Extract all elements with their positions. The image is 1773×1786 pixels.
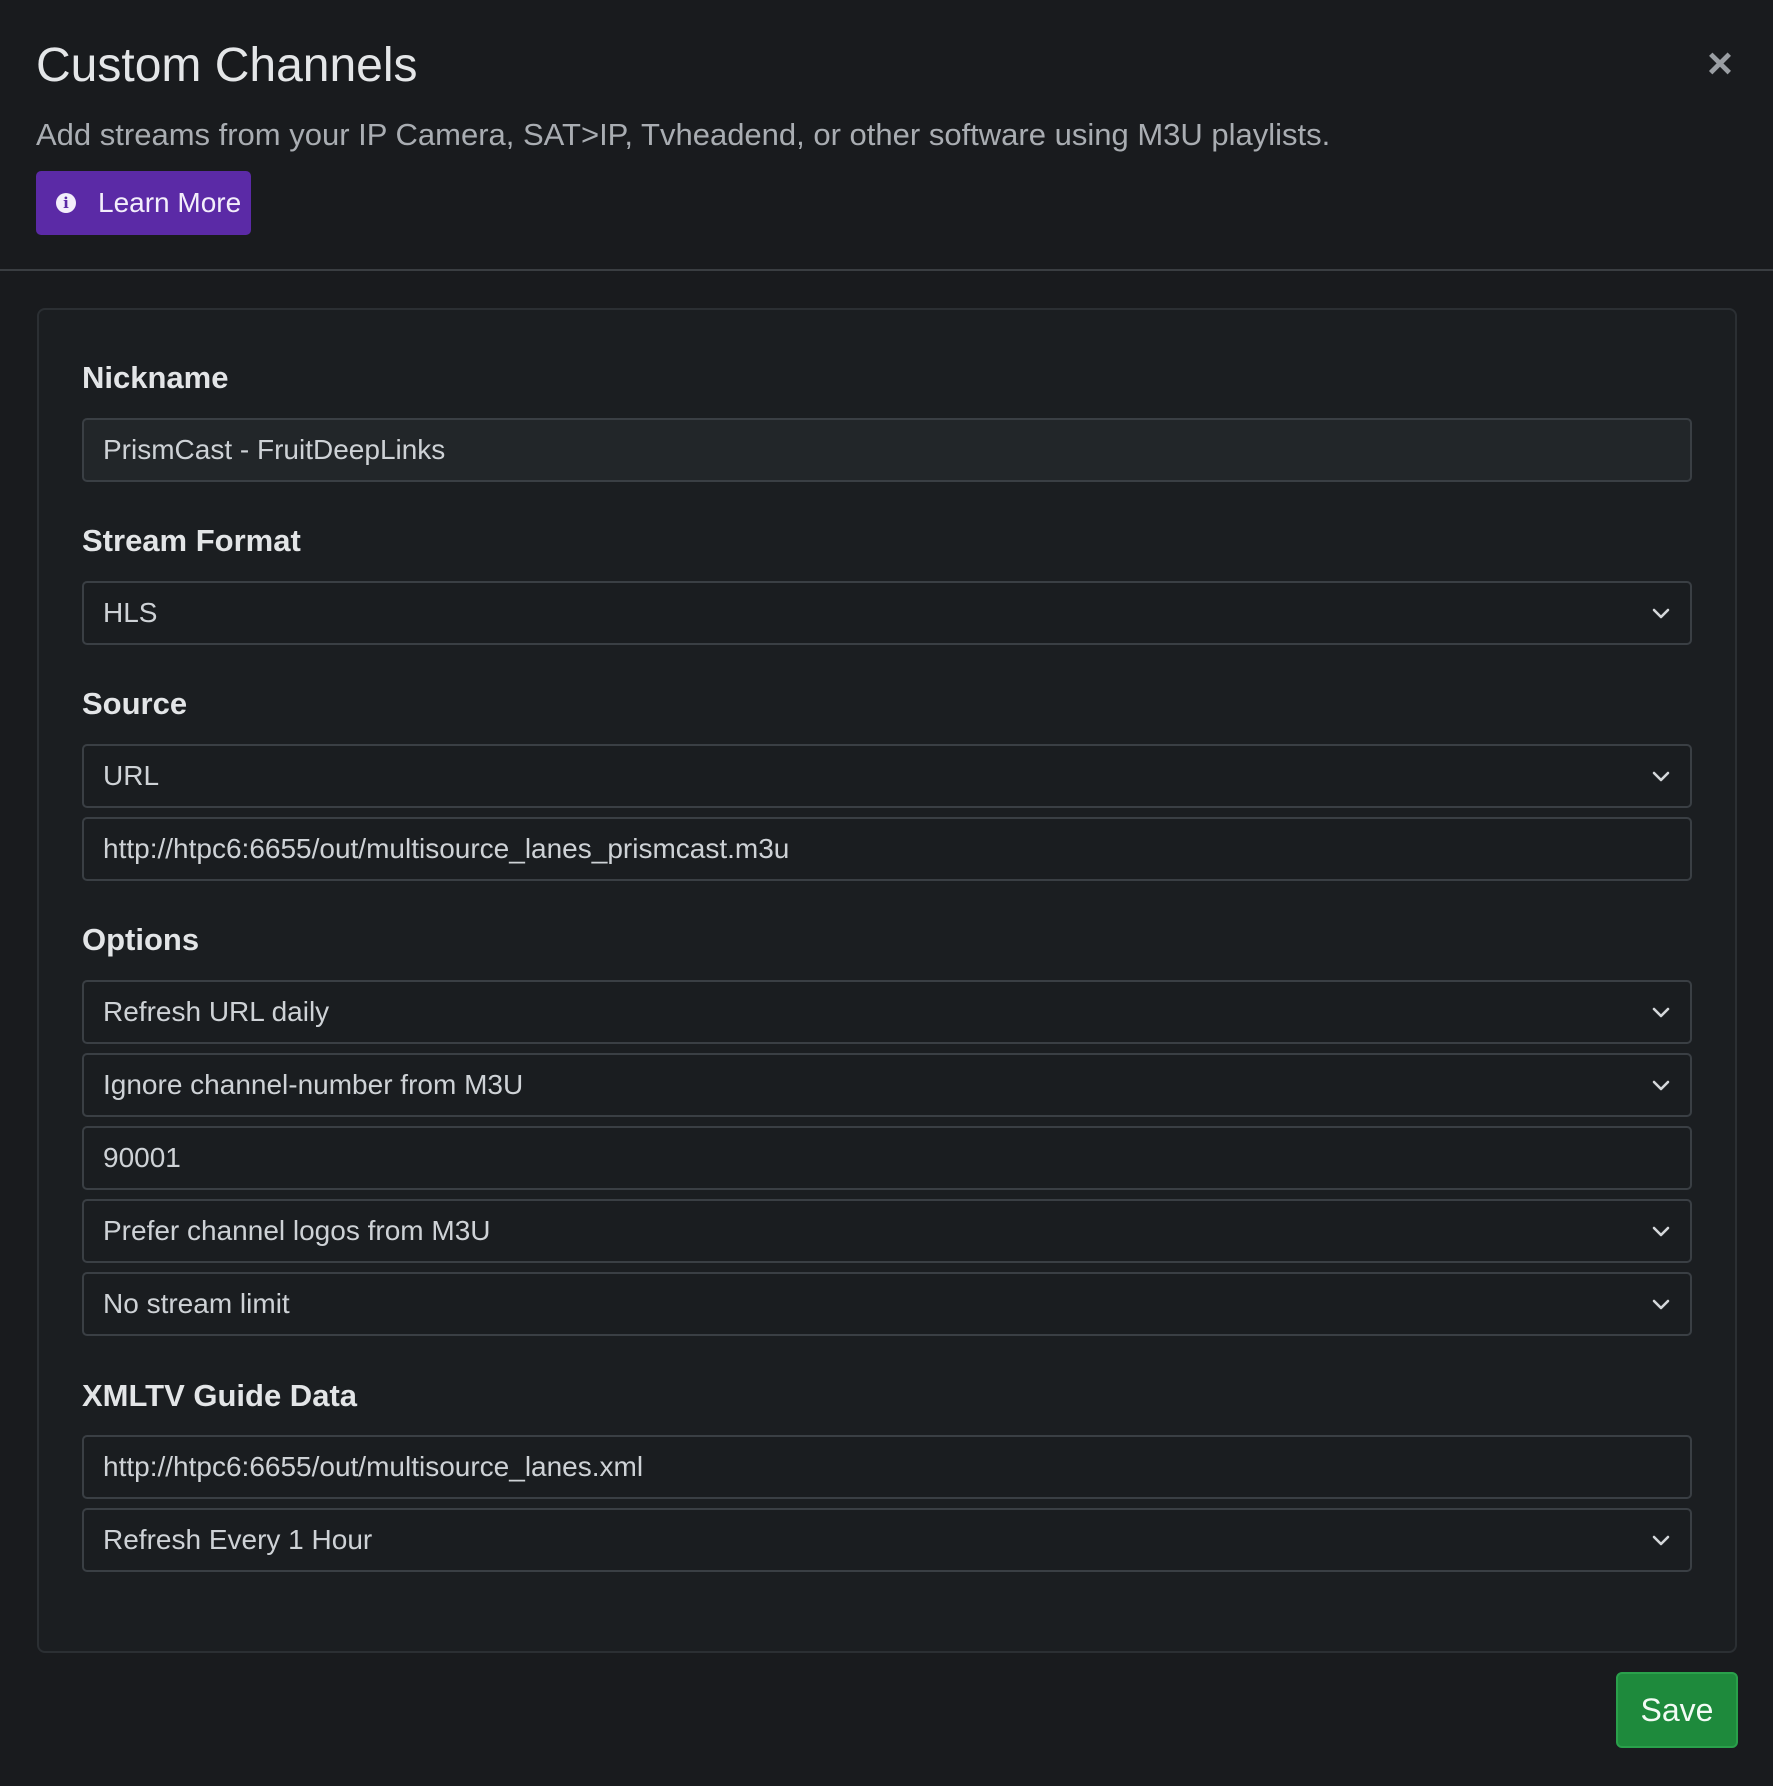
chevron-down-icon [1652, 1226, 1670, 1237]
source-label: Source [82, 686, 188, 721]
nickname-label: Nickname [82, 360, 229, 395]
xmltv-refresh-value: Refresh Every 1 Hour [103, 1524, 373, 1555]
source-value: URL [103, 760, 160, 791]
source-select[interactable]: URL [82, 744, 1692, 808]
chevron-down-icon [1652, 1007, 1670, 1018]
stream-format-select[interactable]: HLS [82, 581, 1692, 645]
channel-number-value: Ignore channel-number from M3U [103, 1069, 524, 1100]
close-icon[interactable]: × [1700, 40, 1740, 88]
dialog-subtitle: Add streams from your IP Camera, SAT>IP,… [36, 117, 1331, 152]
custom-channels-dialog: Custom Channels × Add streams from your … [0, 0, 1773, 1786]
nickname-value: PrismCast - FruitDeepLinks [103, 434, 446, 465]
save-button[interactable]: Save [1616, 1672, 1738, 1748]
chevron-down-icon [1652, 608, 1670, 619]
stream-limit-select[interactable]: No stream limit [82, 1272, 1692, 1336]
xmltv-url-input[interactable]: http://htpc6:6655/out/multisource_lanes.… [82, 1435, 1692, 1499]
logos-value: Prefer channel logos from M3U [103, 1215, 491, 1246]
source-url-input[interactable]: http://htpc6:6655/out/multisource_lanes_… [82, 817, 1692, 881]
learn-more-label: Learn More [98, 187, 242, 218]
source-url-value: http://htpc6:6655/out/multisource_lanes_… [103, 833, 790, 864]
refresh-url-value: Refresh URL daily [103, 996, 330, 1027]
chevron-down-icon [1652, 1535, 1670, 1546]
chevron-down-icon [1652, 1080, 1670, 1091]
learn-more-button[interactable]: i Learn More [36, 171, 251, 235]
starting-channel-value: 90001 [103, 1142, 181, 1173]
logos-select[interactable]: Prefer channel logos from M3U [82, 1199, 1692, 1263]
stream-limit-value: No stream limit [103, 1288, 290, 1319]
channel-number-select[interactable]: Ignore channel-number from M3U [82, 1053, 1692, 1117]
xmltv-url-value: http://htpc6:6655/out/multisource_lanes.… [103, 1451, 644, 1482]
starting-channel-input[interactable]: 90001 [82, 1126, 1692, 1190]
stream-format-value: HLS [103, 597, 158, 628]
nickname-input[interactable]: PrismCast - FruitDeepLinks [82, 418, 1692, 482]
xmltv-refresh-select[interactable]: Refresh Every 1 Hour [82, 1508, 1692, 1572]
refresh-url-select[interactable]: Refresh URL daily [82, 980, 1692, 1044]
options-label: Options [82, 922, 200, 957]
chevron-down-icon [1652, 1299, 1670, 1310]
info-icon: i [56, 193, 76, 213]
xmltv-label: XMLTV Guide Data [82, 1378, 358, 1413]
stream-format-label: Stream Format [82, 523, 301, 558]
dialog-header: Custom Channels × Add streams from your … [0, 0, 1773, 271]
dialog-title: Custom Channels [36, 39, 418, 92]
chevron-down-icon [1652, 771, 1670, 782]
